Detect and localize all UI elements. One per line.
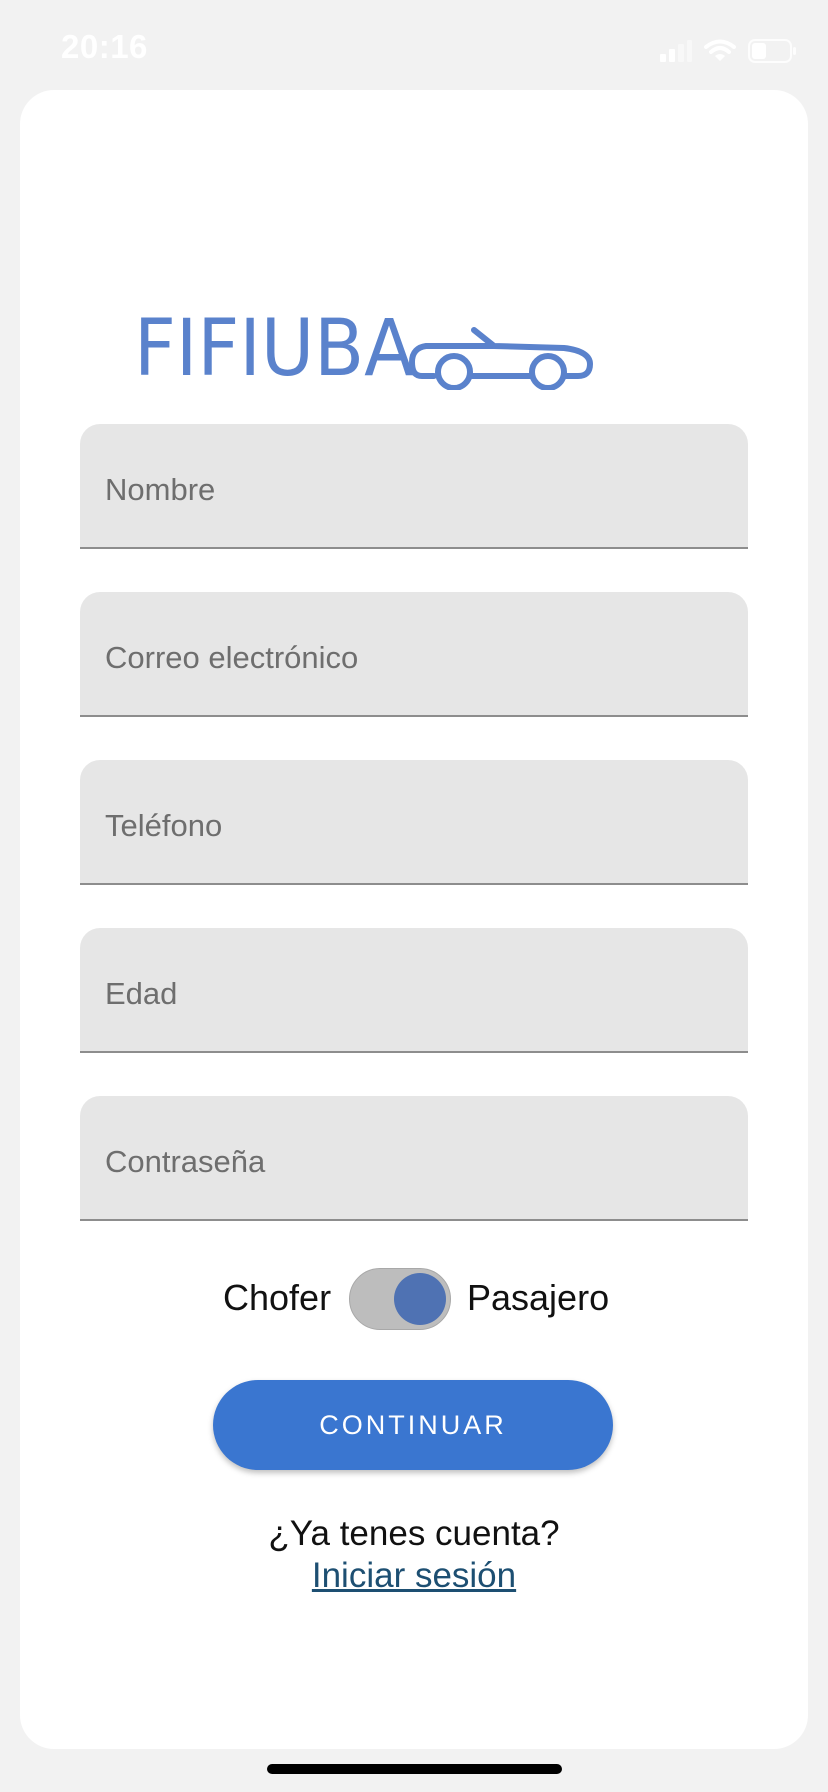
status-icons	[660, 36, 798, 66]
signal-icon	[660, 40, 692, 62]
password-field-label: Contraseña	[105, 1144, 266, 1179]
signup-card: FIFIUBA Nombre Correo electrónico Teléfo…	[20, 90, 808, 1749]
account-question: ¿Ya tenes cuenta?	[268, 1514, 560, 1553]
email-field[interactable]: Correo electrónico	[80, 592, 748, 717]
logo-text: FIFIUBA	[134, 304, 414, 390]
name-field-label: Nombre	[105, 472, 216, 507]
wifi-icon	[704, 39, 736, 61]
passenger-label: Pasajero	[467, 1277, 610, 1318]
signup-screen: 20:16 FIFIUBA Nombre Correo electrónico …	[0, 0, 828, 1792]
signin-link[interactable]: Iniciar sesión	[312, 1556, 516, 1595]
signin-link-row: Iniciar sesión	[20, 1554, 808, 1598]
phone-field-label: Teléfono	[105, 808, 223, 843]
phone-field[interactable]: Teléfono	[80, 760, 748, 885]
name-field[interactable]: Nombre	[80, 424, 748, 549]
app-logo: FIFIUBA	[134, 304, 593, 390]
email-field-label: Correo electrónico	[105, 640, 359, 675]
driver-label: Chofer	[223, 1277, 332, 1318]
password-field[interactable]: Contraseña	[80, 1096, 748, 1221]
role-toggle-row: Chofer Pasajero	[20, 1268, 808, 1330]
status-time: 20:16	[61, 28, 148, 65]
age-field[interactable]: Edad	[80, 928, 748, 1053]
battery-icon	[748, 39, 796, 63]
role-toggle-thumb	[394, 1273, 446, 1325]
status-bar: 20:16	[0, 0, 828, 96]
car-icon	[409, 327, 593, 390]
continue-button[interactable]: CONTINUAR	[213, 1380, 613, 1470]
age-field-label: Edad	[105, 976, 178, 1011]
home-indicator[interactable]	[267, 1764, 562, 1774]
role-toggle[interactable]	[349, 1268, 451, 1330]
